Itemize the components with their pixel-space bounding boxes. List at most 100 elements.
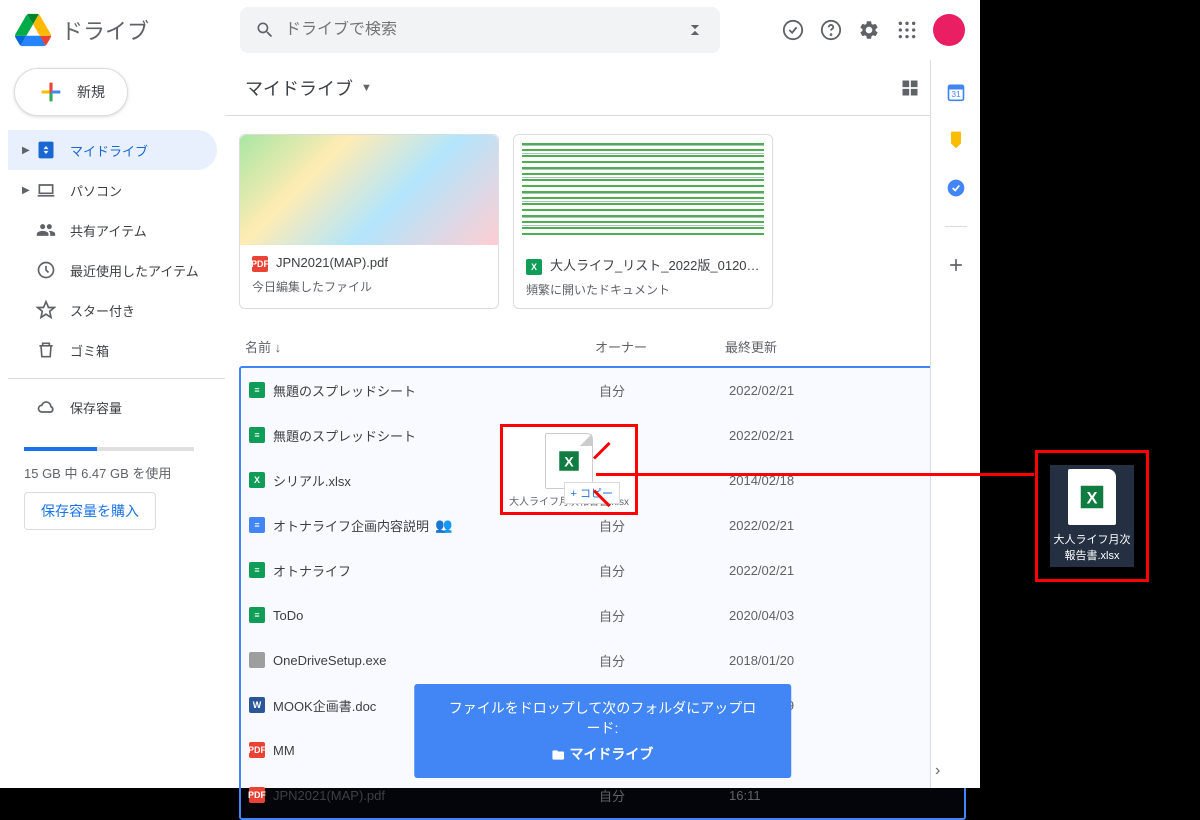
chevron-right-icon: ▶ <box>22 185 32 196</box>
sidebar-item-mydrive[interactable]: ▶ マイドライブ <box>8 130 217 170</box>
search-options-icon[interactable] <box>685 20 705 40</box>
file-row[interactable]: ≡オトナライフ 自分 2022/02/21 <box>241 548 964 593</box>
grid-view-icon[interactable] <box>900 78 920 98</box>
drive-icon <box>36 140 56 160</box>
file-name: OneDriveSetup.exe <box>249 652 599 668</box>
drag-preview: X + コピー 大人ライフ月次報告書.xlsx <box>500 424 638 515</box>
sidebar-item-label: 保存容量 <box>70 398 122 417</box>
panel-toggle[interactable]: › <box>935 762 940 780</box>
clock-icon <box>36 260 56 280</box>
search-icon <box>255 20 275 40</box>
chevron-down-icon: ▼ <box>361 82 372 94</box>
sidebar-item-trash[interactable]: ゴミ箱 <box>8 330 217 370</box>
logo-area[interactable]: ドライブ <box>15 12 240 48</box>
buy-storage-button[interactable]: 保存容量を購入 <box>24 492 156 530</box>
sidebar-item-storage[interactable]: 保存容量 <box>8 387 217 427</box>
search-bar[interactable] <box>240 7 720 53</box>
file-name: ≡オトナライフ <box>249 561 599 580</box>
people-icon <box>36 220 56 240</box>
file-row[interactable]: ≡ToDo 自分 2020/04/03 <box>241 593 964 638</box>
sidebar-item-shared[interactable]: 共有アイテム <box>8 210 217 250</box>
tasks-icon[interactable] <box>946 178 966 198</box>
suggestion-card[interactable]: PDFJPN2021(MAP).pdf 今日編集したファイル <box>239 134 499 309</box>
sidebar-item-recent[interactable]: 最近使用したアイテム <box>8 250 217 290</box>
file-name: ≡オトナライフ企画内容説明👥 <box>249 516 599 535</box>
table-header: 名前 ↓ オーナー 最終更新 <box>225 327 980 366</box>
column-owner[interactable]: オーナー <box>595 337 725 356</box>
file-owner: 自分 <box>599 561 729 580</box>
drop-overlay: ファイルをドロップして次のフォルダにアップロード: マイドライブ <box>414 684 792 778</box>
add-icon[interactable] <box>946 255 966 275</box>
keep-icon[interactable] <box>946 130 966 150</box>
star-icon <box>36 300 56 320</box>
card-thumbnail <box>240 135 498 245</box>
header: ドライブ <box>0 0 980 60</box>
column-name[interactable]: 名前 ↓ <box>245 337 595 356</box>
desktop-file-label: 大人ライフ月次報告書.xlsx <box>1052 531 1132 563</box>
suggested-cards: PDFJPN2021(MAP).pdf 今日編集したファイル X大人ライフ_リス… <box>225 116 980 327</box>
calendar-icon[interactable]: 31 <box>946 82 966 102</box>
divider <box>945 226 967 227</box>
app-name: ドライブ <box>61 14 149 46</box>
sidebar-item-label: 共有アイテム <box>70 221 147 240</box>
sidebar-item-label: パソコン <box>70 181 122 200</box>
file-modified: 2022/02/21 <box>729 563 956 578</box>
pdf-icon: PDF <box>249 742 265 758</box>
avatar[interactable] <box>933 14 965 46</box>
file-owner: 自分 <box>599 381 729 400</box>
file-row[interactable]: OneDriveSetup.exe 自分 2018/01/20 <box>241 638 964 683</box>
file-modified: 2022/02/21 <box>729 428 956 443</box>
file-row[interactable]: ≡無題のスプレッドシート 自分 2022/02/21 <box>241 368 964 413</box>
search-input[interactable] <box>285 21 685 39</box>
file-modified: 2022/02/21 <box>729 518 956 533</box>
storage-bar <box>24 447 194 451</box>
annotation-arrow <box>596 473 1034 476</box>
exe-icon <box>249 652 265 668</box>
help-icon[interactable] <box>819 18 843 42</box>
card-thumbnail <box>514 135 772 245</box>
card-subtitle: 今日編集したファイル <box>252 278 486 295</box>
file-modified: 2018/01/20 <box>729 653 956 668</box>
file-icon: X + コピー <box>545 433 593 489</box>
side-panel: 31 <box>930 60 980 788</box>
file-modified: 16:11 <box>729 788 956 803</box>
new-button[interactable]: 新規 <box>14 68 128 116</box>
breadcrumb[interactable]: マイドライブ ▼ <box>245 75 372 101</box>
offline-icon[interactable] <box>781 18 805 42</box>
drive-app: ドライブ 新規 ▶ マイドライブ ▶ <box>0 0 980 788</box>
xlsx-icon: X <box>249 472 265 488</box>
drop-message: ファイルをドロップして次のフォルダにアップロード: <box>442 698 764 738</box>
drive-logo-icon <box>15 12 51 48</box>
sheets-icon: ≡ <box>249 607 265 623</box>
sheets-icon: ≡ <box>249 382 265 398</box>
cloud-icon <box>36 397 56 417</box>
chevron-right-icon: › <box>935 762 940 780</box>
drop-folder: マイドライブ <box>442 744 764 764</box>
word-icon: W <box>249 697 265 713</box>
storage-section: 15 GB 中 6.47 GB を使用 保存容量を購入 <box>8 427 225 538</box>
sidebar-item-label: 最近使用したアイテム <box>70 261 199 280</box>
header-icons <box>781 14 965 46</box>
sidebar-item-computers[interactable]: ▶ パソコン <box>8 170 217 210</box>
sheets-icon: ≡ <box>249 562 265 578</box>
chevron-right-icon: ▶ <box>22 145 32 156</box>
apps-icon[interactable] <box>895 18 919 42</box>
settings-icon[interactable] <box>857 18 881 42</box>
suggestion-card[interactable]: X大人ライフ_リスト_2022版_0120.xlsx 頻繁に開いたドキュメント <box>513 134 773 309</box>
file-owner: 自分 <box>599 516 729 535</box>
breadcrumb-label: マイドライブ <box>245 75 353 101</box>
sort-arrow-icon: ↓ <box>275 340 282 355</box>
copy-badge: + コピー <box>564 482 620 504</box>
svg-text:X: X <box>564 453 574 469</box>
file-owner: 自分 <box>599 606 729 625</box>
file-row[interactable]: PDFJPN2021(MAP).pdf 自分 16:11 <box>241 773 964 818</box>
computer-icon <box>36 180 56 200</box>
xlsx-icon: X <box>526 259 542 275</box>
column-modified[interactable]: 最終更新 <box>725 337 960 356</box>
new-button-label: 新規 <box>77 82 105 102</box>
sidebar-item-label: ゴミ箱 <box>70 341 109 360</box>
desktop-file[interactable]: X 大人ライフ月次報告書.xlsx <box>1035 450 1149 582</box>
file-modified: 2022/02/21 <box>729 383 956 398</box>
sidebar-item-starred[interactable]: スター付き <box>8 290 217 330</box>
card-meta: X大人ライフ_リスト_2022版_0120.xlsx 頻繁に開いたドキュメント <box>514 245 772 308</box>
